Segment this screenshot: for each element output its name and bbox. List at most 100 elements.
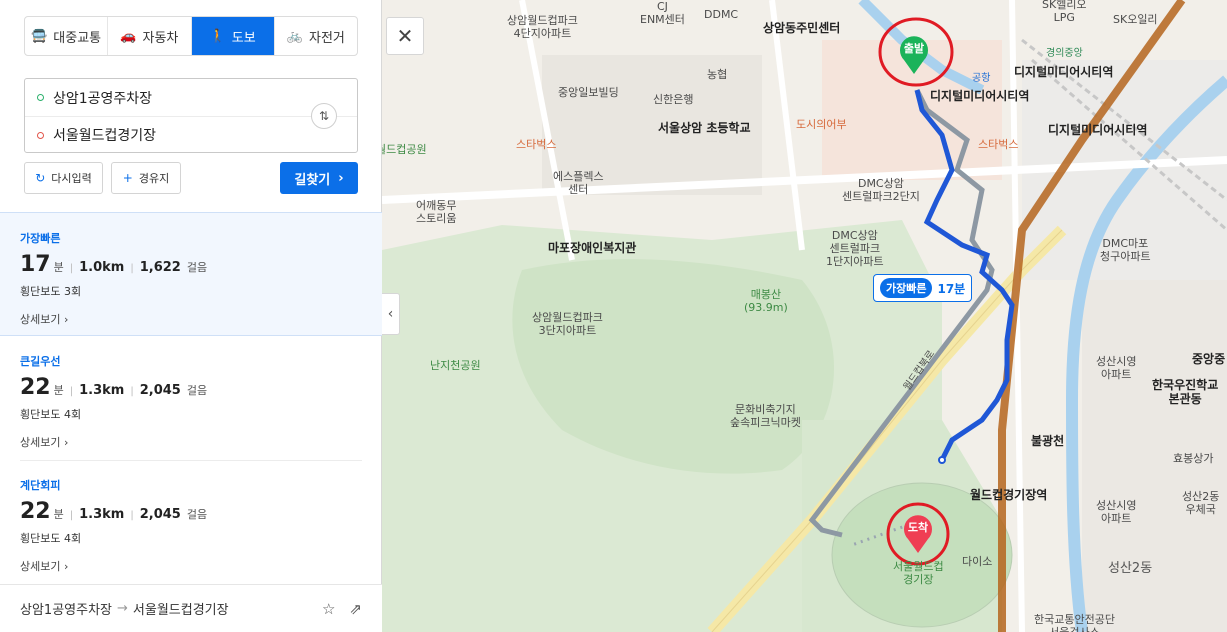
map-label: 효봉상가 (1173, 452, 1214, 465)
start-pin[interactable]: 출발 (898, 34, 930, 74)
origin-dot-icon (37, 94, 44, 101)
duration-value: 22 (20, 499, 51, 524)
chevron-right-icon: › (63, 436, 69, 449)
crosswalk-count: 횡단보도 4회 (20, 532, 82, 545)
route-option-fastest[interactable]: 가장빠른 17 분 | 1.0km | 1,622 걸음 횡단보도 3회 상세보기 … (0, 212, 382, 336)
bike-icon: 🚲 (286, 28, 304, 44)
map-label: 디지털미디어시티역 (1048, 123, 1148, 137)
tab-label: 도보 (231, 30, 256, 46)
steps-value: 1,622 (139, 260, 181, 275)
map-label: 공항 (972, 73, 991, 84)
map-label: 성산2동 우체국 (1182, 490, 1220, 517)
end-pin-label: 도착 (907, 521, 929, 534)
separator: | (130, 263, 134, 274)
steps-unit: 걸음 (186, 508, 208, 521)
destination-field[interactable]: 서울월드컵경기장 (25, 116, 357, 153)
route-tag: 가장빠른 (20, 232, 61, 245)
route-tag: 계단회피 (20, 479, 61, 492)
map-label: 상암월드컵파크 4단지아파트 (507, 14, 578, 41)
steps-unit: 걸음 (186, 384, 208, 397)
route-input-box: 상암1공영주차장 서울월드컵경기장 ⇅ (24, 78, 358, 153)
tab-transit[interactable]: 🚍 대중교통 (25, 17, 109, 55)
map-label: DMC상암 센트럴파크2단지 (842, 177, 920, 204)
distance-value: 1.3km (79, 507, 125, 522)
detail-link[interactable]: 상세보기 › (20, 434, 362, 450)
add-waypoint-button[interactable]: + 경유지 (111, 162, 181, 194)
chevron-left-icon: ‹ (387, 306, 394, 322)
map-canvas[interactable]: 출발 도착 가장빠른 17분 상암월드컵파크 4단지아파트 CJ ENM센터 DDM… (382, 0, 1227, 632)
detail-link[interactable]: 상세보기 › (20, 311, 362, 327)
plus-icon: + (122, 171, 133, 185)
bus-icon: 🚍 (31, 28, 48, 44)
map-label: CJ ENM센터 (640, 0, 685, 27)
separator: | (69, 510, 74, 521)
chevron-right-icon: › (63, 560, 69, 573)
footer-destination: 서울월드컵경기장 (132, 603, 229, 618)
reset-label: 다시입력 (51, 172, 92, 185)
route-footer: 상암1공영주차장 → 서울월드컵경기장 ☆ ⇗ (0, 584, 382, 632)
reset-button[interactable]: ↻ 다시입력 (24, 162, 103, 194)
route-tag-time: 17분 (937, 281, 966, 296)
map-label: 성산시영 아파트 (1096, 355, 1137, 382)
separator: | (130, 386, 134, 397)
map-label: 스타벅스 (516, 138, 557, 151)
route-option-main-road[interactable]: 큰길우선 22 분 | 1.3km | 2,045 걸음 횡단보도 4회 상세보기 … (0, 336, 382, 460)
walk-icon: 🚶 (209, 28, 226, 44)
close-icon: ✕ (396, 24, 414, 48)
tab-walk[interactable]: 🚶 도보 (191, 17, 275, 55)
route-tag-label: 가장빠른 (880, 278, 933, 298)
map-label: 매봉산 (93.9m) (744, 288, 788, 315)
footer-origin: 상암1공영주차장 (20, 603, 112, 618)
route-time-tag[interactable]: 가장빠른 17분 (873, 274, 973, 302)
footer-actions: ☆ ⇗ (322, 600, 362, 618)
tab-car[interactable]: 🚗 자동차 (108, 17, 192, 55)
map-label: 월드컵경기장역 (970, 488, 1048, 502)
tab-bike[interactable]: 🚲 자전거 (275, 17, 357, 55)
route-option-avoid-stairs[interactable]: 계단회피 22 분 | 1.3km | 2,045 걸음 횡단보도 4회 상세보기 … (0, 460, 382, 584)
detail-link[interactable]: 상세보기 › (20, 558, 362, 574)
detail-label: 상세보기 (20, 560, 61, 573)
swap-button[interactable]: ⇅ (311, 103, 337, 129)
duration-unit: 분 (53, 384, 64, 397)
end-pin[interactable]: 도착 (902, 513, 934, 553)
crosswalk-count: 횡단보도 3회 (20, 285, 82, 298)
car-icon: 🚗 (120, 28, 137, 44)
close-button[interactable]: ✕ (386, 17, 424, 55)
swap-icon: ⇅ (318, 109, 330, 123)
detail-label: 상세보기 (20, 436, 61, 449)
search-label: 길찾기 (294, 172, 331, 188)
share-icon[interactable]: ⇗ (349, 600, 362, 618)
map-label: 상암월드컵파크 3단지아파트 (532, 311, 603, 338)
map-label: 중앙일보빌딩 (558, 86, 619, 99)
map-graphics (382, 0, 1227, 632)
map-label: 월드컵공원 (382, 143, 427, 156)
search-route-button[interactable]: 길찾기 › (280, 162, 358, 194)
map-label: 성산2동 (1108, 561, 1153, 576)
steps-value: 2,045 (139, 507, 181, 522)
map-label: 상암동주민센터 (763, 21, 841, 35)
map-label: 다이소 (962, 555, 993, 568)
tab-label: 자전거 (309, 30, 345, 46)
star-icon[interactable]: ☆ (322, 600, 335, 618)
map-label: SK헬리오 LPG (1042, 0, 1087, 25)
detail-label: 상세보기 (20, 313, 61, 326)
map-label: DMC마포 청구아파트 (1100, 237, 1151, 264)
map-label: 디지털미디어시티역 (930, 89, 1030, 103)
origin-value: 상암1공영주차장 (53, 90, 153, 107)
map-label: 경의중앙 (1046, 48, 1083, 59)
map-label: 서울월드컵 경기장 (893, 560, 944, 587)
crosswalk-count: 횡단보도 4회 (20, 408, 82, 421)
arrow-right-icon: → (117, 601, 128, 616)
steps-value: 2,045 (139, 383, 181, 398)
collapse-panel-button[interactable]: ‹ (382, 293, 400, 335)
refresh-icon: ↻ (35, 171, 46, 185)
map-label: 신한은행 (653, 93, 694, 106)
map-label: DDMC (704, 8, 739, 21)
separator: | (69, 263, 74, 274)
transport-mode-tabs: 🚍 대중교통 🚗 자동차 🚶 도보 🚲 자전거 (24, 16, 358, 56)
steps-unit: 걸음 (186, 261, 208, 274)
origin-field[interactable]: 상암1공영주차장 (25, 79, 357, 116)
map-label: 에스플렉스 센터 (553, 170, 604, 197)
map-label: 농협 (707, 68, 728, 81)
route-summary: 22 분 | 1.3km | 2,045 걸음 (20, 499, 362, 524)
